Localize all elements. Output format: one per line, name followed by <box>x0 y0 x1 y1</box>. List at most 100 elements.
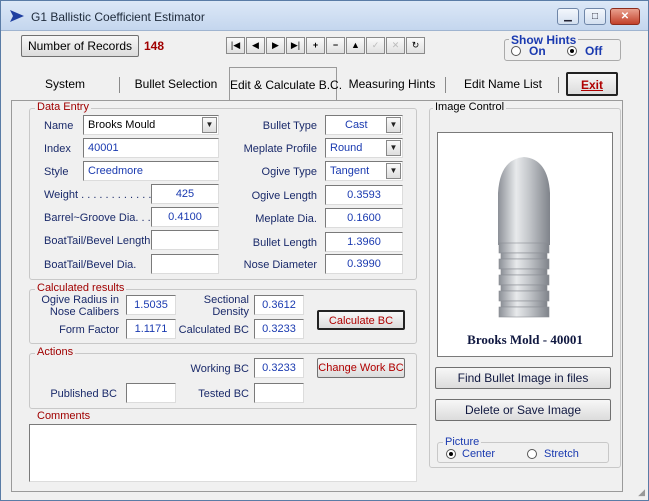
refresh-button[interactable]: ↻ <box>406 37 425 54</box>
ogive-type-select[interactable]: Tangent ▼ <box>325 161 403 181</box>
barrel-groove-label: Barrel~Groove Dia. . . <box>44 212 151 224</box>
tab-separator <box>558 77 559 93</box>
record-count: 148 <box>144 39 165 53</box>
close-button[interactable]: ✕ <box>610 8 640 25</box>
ogive-radius-label-line1: Ogive Radius in <box>41 294 119 306</box>
index-field[interactable]: 40001 <box>83 138 219 158</box>
weight-label: Weight . . . . . . . . . . . . <box>44 189 152 201</box>
first-icon: |◀ <box>230 40 241 50</box>
last-record-button[interactable]: ▶| <box>286 37 305 54</box>
ogive-length-label: Ogive Length <box>251 190 317 202</box>
close-icon: ✕ <box>620 11 630 22</box>
chevron-down-icon: ▼ <box>386 140 401 156</box>
tab-separator <box>119 77 120 93</box>
name-select[interactable]: Brooks Mould ▼ <box>83 115 219 135</box>
tab-edit-calculate[interactable]: Edit & Calculate B.C. <box>229 67 342 101</box>
bullet-type-label: Bullet Type <box>262 120 317 132</box>
calculate-bc-button[interactable]: Calculate BC <box>317 310 405 330</box>
chevron-down-icon: ▼ <box>386 117 401 133</box>
tab-system[interactable]: System <box>13 69 117 99</box>
chevron-down-icon: ▼ <box>386 163 401 179</box>
tab-bullet-selection[interactable]: Bullet Selection <box>123 69 229 99</box>
published-bc-label: Published BC <box>50 388 117 400</box>
meplate-profile-value: Round <box>330 142 363 154</box>
barrel-groove-field[interactable]: 0.4100 <box>151 207 219 227</box>
meplate-profile-select[interactable]: Round ▼ <box>325 138 403 158</box>
ogive-type-value: Tangent <box>330 165 370 177</box>
boattail-dia-label: BoatTail/Bevel Dia. <box>44 259 137 271</box>
edit-record-button[interactable]: ▲ <box>346 37 365 54</box>
sectional-density-label: Sectional Density <box>181 294 249 318</box>
last-icon: ▶| <box>290 40 301 50</box>
delete-record-button[interactable]: − <box>326 37 345 54</box>
boattail-length-field[interactable] <box>151 230 219 250</box>
calculated-bc-value: 0.3233 <box>254 319 304 339</box>
resize-grip-icon[interactable]: ◢ <box>638 487 645 498</box>
delete-save-image-button[interactable]: Delete or Save Image <box>435 399 611 421</box>
bullet-image <box>498 157 550 318</box>
tested-bc-label: Tested BC <box>198 388 249 400</box>
minimize-button[interactable]: ▁ <box>557 8 579 25</box>
sectional-label-line1: Sectional <box>203 294 249 306</box>
next-record-button[interactable]: ▶ <box>266 37 285 54</box>
comments-title: Comments <box>35 410 93 422</box>
bullet-type-select[interactable]: Cast ▼ <box>325 115 403 135</box>
boattail-length-label: BoatTail/Bevel Length <box>44 235 151 247</box>
nose-diameter-label: Nose Diameter <box>243 259 317 271</box>
stretch-radio[interactable] <box>527 449 537 459</box>
image-control-title: Image Control <box>433 101 507 113</box>
tab-measuring-hints[interactable]: Measuring Hints <box>341 69 443 99</box>
center-radio[interactable] <box>446 449 456 459</box>
nose-diameter-field[interactable]: 0.3990 <box>325 254 403 274</box>
change-work-bc-button[interactable]: Change Work BC <box>317 358 405 378</box>
tab-separator <box>445 77 446 93</box>
picture-label: Picture <box>443 436 482 448</box>
working-bc-value: 0.3233 <box>254 358 304 378</box>
style-label: Style <box>44 166 69 178</box>
up-arrow-icon: ▲ <box>351 40 360 50</box>
style-field[interactable]: Creedmore <box>83 161 219 181</box>
post-edit-button[interactable]: ✓ <box>366 37 385 54</box>
actions-title: Actions <box>35 346 76 358</box>
refresh-icon: ↻ <box>411 40 420 50</box>
ogive-radius-label-line2: Nose Calibers <box>49 306 119 318</box>
sectional-label-line2: Density <box>212 306 249 318</box>
stretch-label: Stretch <box>544 448 579 460</box>
maximize-button[interactable]: □ <box>584 8 606 25</box>
form-factor-value: 1.1171 <box>126 319 176 339</box>
first-record-button[interactable]: |◀ <box>226 37 245 54</box>
meplate-dia-field[interactable]: 0.1600 <box>325 208 403 228</box>
weight-field[interactable]: 425 <box>151 184 219 204</box>
calculated-bc-label: Calculated BC <box>178 324 249 336</box>
form-factor-label: Form Factor <box>59 324 119 336</box>
name-label: Name <box>44 120 74 132</box>
bullet-length-label: Bullet Length <box>252 237 317 249</box>
tested-bc-field[interactable] <box>254 383 304 403</box>
hints-off-radio[interactable] <box>567 46 577 56</box>
sectional-density-value: 0.3612 <box>254 295 304 315</box>
app-window: G1 Ballistic Coefficient Estimator ▁ □ ✕… <box>0 0 649 501</box>
find-bullet-image-button[interactable]: Find Bullet Image in files <box>435 367 611 389</box>
image-caption: Brooks Mold - 40001 <box>467 332 583 347</box>
number-of-records-button[interactable]: Number of Records <box>21 35 139 57</box>
ogive-type-label: Ogive Type <box>261 166 317 178</box>
bullet-length-field[interactable]: 1.3960 <box>325 232 403 252</box>
name-value: Brooks Mould <box>88 119 156 131</box>
hints-on-radio[interactable] <box>511 46 521 56</box>
minus-icon: − <box>332 40 339 50</box>
center-label: Center <box>462 448 496 460</box>
prev-icon: ◀ <box>252 40 259 50</box>
add-record-button[interactable]: + <box>306 37 325 54</box>
calculated-results-title: Calculated results <box>35 282 127 294</box>
meplate-dia-label: Meplate Dia. <box>255 213 317 225</box>
comments-field[interactable] <box>29 424 417 482</box>
next-icon: ▶ <box>272 40 279 50</box>
published-bc-field[interactable] <box>126 383 176 403</box>
plus-icon: + <box>312 40 319 50</box>
exit-button[interactable]: Exit <box>566 72 618 96</box>
cancel-edit-button[interactable]: ✕ <box>386 37 405 54</box>
boattail-dia-field[interactable] <box>151 254 219 274</box>
tab-edit-name-list[interactable]: Edit Name List <box>449 69 557 99</box>
ogive-length-field[interactable]: 0.3593 <box>325 185 403 205</box>
prev-record-button[interactable]: ◀ <box>246 37 265 54</box>
